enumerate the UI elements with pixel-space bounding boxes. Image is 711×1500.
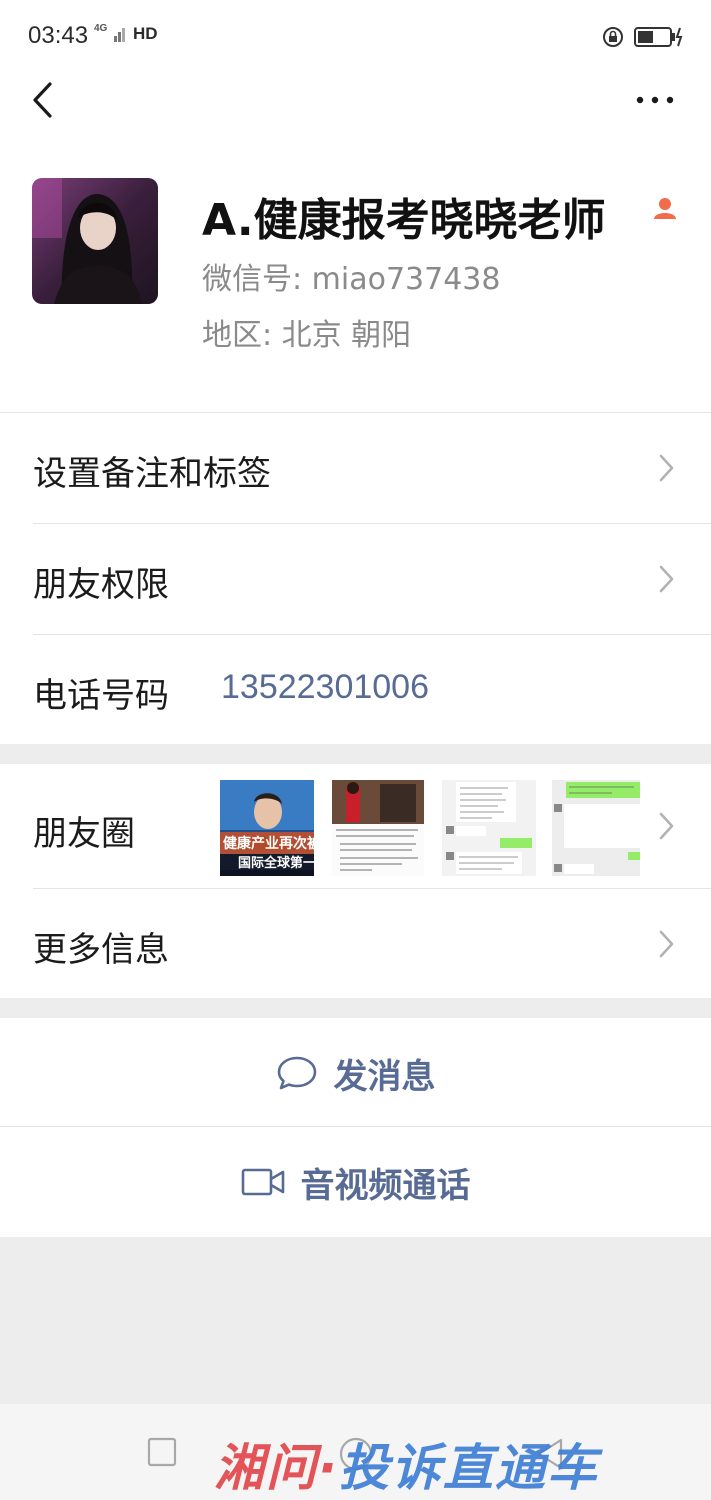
contact-settings-section: 设置备注和标签 朋友权限 电话号码 13522301006 [0,412,711,744]
svg-text:4G: 4G [94,23,108,34]
profile-header: A.健康报考晓晓老师 微信号: miao737438 地区: 北京 朝阳 [0,72,711,412]
svg-text:国际全球第一: 国际全球第一 [238,855,314,871]
back-arrow-icon [33,82,52,118]
moments-thumbnail [552,780,640,876]
watermark-part2: 投诉直通车 [339,1439,599,1497]
phone-number-row: 电话号码 13522301006 [0,634,711,744]
moments-thumbnails: 健康产业再次被 国际全球第一 [220,780,640,876]
status-bar: 03:43 4G HD [0,0,711,72]
hd-icon: HD [133,24,158,43]
back-button[interactable] [22,78,62,122]
video-camera-icon [241,1168,284,1196]
enterprise-badge-icon [654,198,676,219]
status-time: 03:43 [28,22,89,49]
av-call-button[interactable]: 音视频通话 [0,1127,711,1237]
moments-thumbnail [332,780,424,876]
send-message-button[interactable]: 发消息 [0,1018,711,1128]
moments-thumbnail: 健康产业再次被 国际全球第一 [220,780,314,876]
more-dots-icon [636,96,674,104]
contact-name: A.健康报考晓晓老师 [202,195,606,246]
avatar[interactable] [32,178,158,304]
remark-and-tags-row[interactable]: 设置备注和标签 [0,412,711,523]
more-info-label: 更多信息 [33,930,169,970]
wechat-id: 微信号: miao737438 [202,262,501,297]
moments-thumbnail [442,780,536,876]
phone-number-label: 电话号码 [33,676,169,716]
moments-label: 朋友圈 [33,814,135,854]
chevron-right-icon [659,930,674,958]
moments-section: 朋友圈 健康产业再次被 国际全球第一 更多信息 [0,764,711,998]
rotation-lock-icon [603,27,623,47]
more-options-button[interactable] [630,82,680,118]
watermark-logo: 湘问·投诉直通车 [214,1428,599,1500]
battery-icon [634,27,683,47]
recent-apps-button[interactable] [144,1434,180,1470]
svg-text:健康产业再次被: 健康产业再次被 [223,835,314,852]
more-info-row[interactable]: 更多信息 [0,888,711,998]
av-call-label: 音视频通话 [300,1165,471,1206]
watermark-part1: 湘问· [214,1439,339,1497]
friend-permissions-label: 朋友权限 [33,565,169,605]
phone-number-value[interactable]: 13522301006 [221,668,429,707]
region: 地区: 北京 朝阳 [202,318,412,353]
signal-icon: 4G [94,22,128,47]
chevron-right-icon [659,454,674,482]
square-icon [147,1437,177,1467]
friend-permissions-row[interactable]: 朋友权限 [0,523,711,634]
chevron-right-icon [659,812,674,840]
send-message-label: 发消息 [333,1056,436,1097]
moments-row[interactable]: 朋友圈 健康产业再次被 国际全球第一 [0,764,711,888]
remark-and-tags-label: 设置备注和标签 [33,454,271,494]
chat-bubble-icon [277,1056,316,1090]
chevron-right-icon [659,565,674,593]
